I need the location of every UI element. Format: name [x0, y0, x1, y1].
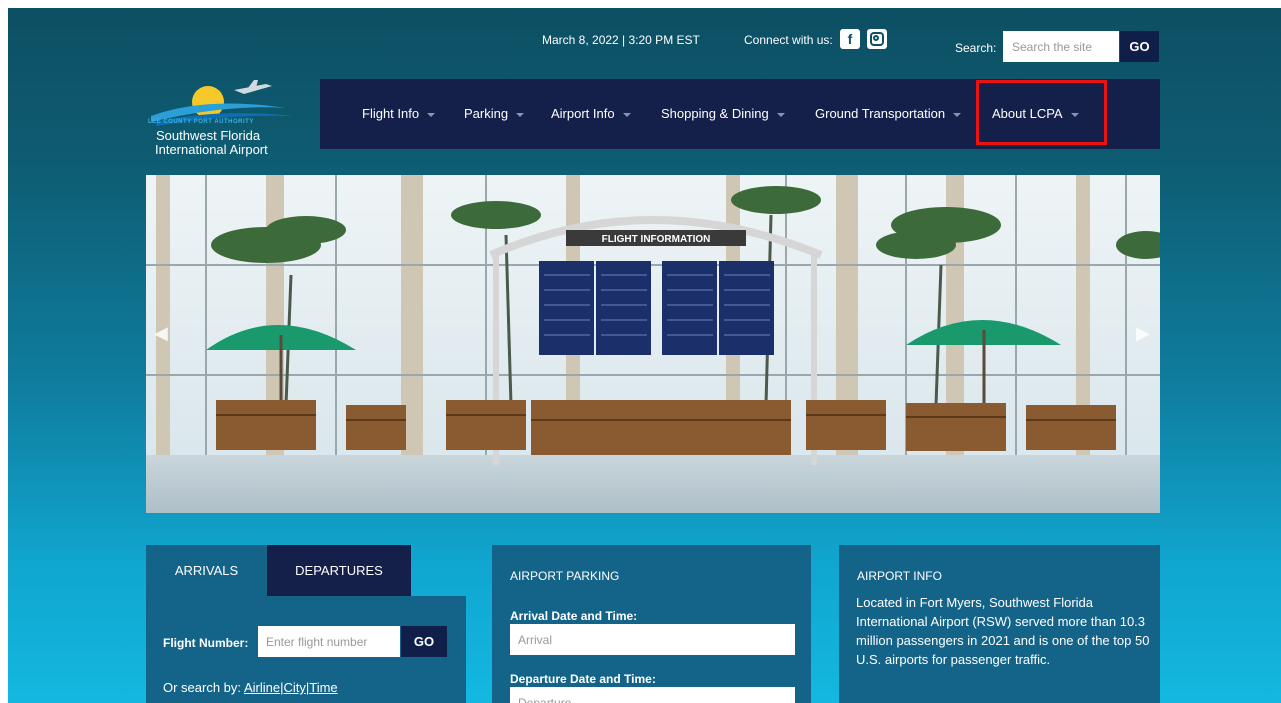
current-datetime: March 8, 2022 | 3:20 PM EST	[542, 33, 700, 47]
nav-item-flight-info[interactable]: Flight Info	[362, 79, 436, 149]
logo-name-line1: Southwest Florida	[156, 128, 261, 143]
search-by-airline-link[interactable]: Airline	[244, 680, 280, 695]
nav-label: Parking	[464, 106, 509, 121]
chevron-down-icon	[776, 112, 785, 117]
top-bar: March 8, 2022 | 3:20 PM EST Connect with…	[8, 8, 1281, 78]
carousel-next-icon[interactable]: ▶	[1136, 323, 1150, 344]
arrival-datetime-input[interactable]	[510, 624, 795, 655]
highlight-annotation	[976, 80, 1107, 145]
departure-datetime-input[interactable]	[510, 687, 795, 703]
nav-label: Shopping & Dining	[661, 106, 769, 121]
tab-departures[interactable]: DEPARTURES	[267, 545, 411, 596]
chevron-down-icon	[953, 112, 962, 117]
facebook-icon[interactable]: f	[840, 29, 860, 49]
or-search-label: Or search by:	[163, 680, 242, 695]
carousel-prev-icon[interactable]: ◀	[154, 323, 168, 344]
tab-arrivals[interactable]: ARRIVALS	[146, 545, 267, 596]
chevron-down-icon	[622, 112, 631, 117]
nav-item-shopping-dining[interactable]: Shopping & Dining	[661, 79, 785, 149]
chevron-down-icon	[427, 112, 436, 117]
nav-item-parking[interactable]: Parking	[464, 79, 525, 149]
hero-image: FLIGHT INFORMATION	[146, 175, 1160, 513]
airport-info-title: AIRPORT INFO	[857, 569, 942, 583]
logo-authority-text: LEE COUNTY PORT AUTHORITY	[148, 119, 254, 125]
parking-title: AIRPORT PARKING	[510, 569, 620, 583]
departure-label: Departure Date and Time:	[510, 672, 656, 686]
connect-label: Connect with us:	[744, 33, 833, 47]
parking-panel: AIRPORT PARKING Arrival Date and Time: D…	[492, 545, 811, 703]
airport-info-text: Located in Fort Myers, Southwest Florida…	[856, 595, 1150, 667]
nav-item-airport-info[interactable]: Airport Info	[551, 79, 631, 149]
logo-name-line2: International Airport	[155, 142, 268, 157]
search-input[interactable]	[1003, 31, 1119, 62]
nav-item-ground-transportation[interactable]: Ground Transportation	[815, 79, 962, 149]
flight-info-sign: FLIGHT INFORMATION	[602, 234, 711, 245]
search-by-city-link[interactable]: City	[283, 680, 305, 695]
hero-carousel[interactable]: FLIGHT INFORMATION ◀ ▶	[146, 175, 1160, 513]
arrival-label: Arrival Date and Time:	[510, 609, 638, 623]
flight-number-label: Flight Number:	[163, 636, 249, 650]
nav-label: Airport Info	[551, 106, 615, 121]
chevron-down-icon	[516, 112, 525, 117]
search-label: Search:	[955, 41, 997, 55]
flight-search-panel: Flight Number: GO Or search by: Airline|…	[146, 596, 466, 703]
nav-label: Flight Info	[362, 106, 420, 121]
search-go-button[interactable]: GO	[1120, 31, 1159, 62]
page: March 8, 2022 | 3:20 PM EST Connect with…	[8, 8, 1281, 703]
instagram-icon[interactable]	[867, 29, 887, 49]
search-by-time-link[interactable]: Time	[309, 680, 337, 695]
flight-number-input[interactable]	[258, 626, 400, 657]
flight-go-button[interactable]: GO	[401, 626, 447, 657]
airport-logo[interactable]: LEE COUNTY PORT AUTHORITY Southwest Flor…	[146, 78, 296, 158]
nav-label: Ground Transportation	[815, 106, 946, 121]
or-search-by: Or search by: Airline|City|Time	[163, 680, 338, 695]
airport-info-panel: AIRPORT INFO Located in Fort Myers, Sout…	[839, 545, 1160, 703]
